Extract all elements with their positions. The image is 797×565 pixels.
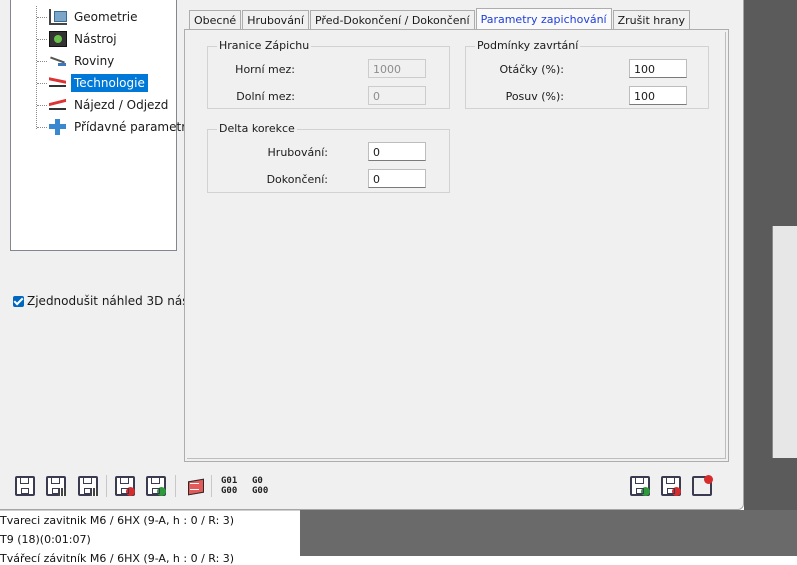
parameter-tree: Geometrie Nástroj Roviny Technologie Náj…	[10, 0, 193, 251]
lower-limit-label: Dolní mez:	[236, 90, 295, 103]
exit-icon[interactable]	[692, 475, 713, 496]
tree-item-tool[interactable]: Nástroj	[37, 29, 120, 49]
tab-chamfer[interactable]: Zrušit hrany	[612, 10, 690, 29]
geometry-icon	[49, 9, 67, 25]
save-as-icon[interactable]	[46, 476, 66, 496]
tree-item-label: Roviny	[74, 54, 115, 68]
upper-limit-input[interactable]: 1000	[368, 59, 426, 78]
roughing-delta-input[interactable]: 0	[368, 142, 426, 161]
tab-grooving-params[interactable]: Parametry zapichování	[475, 8, 612, 29]
save-add-icon[interactable]	[146, 476, 166, 496]
tree-item-approach[interactable]: Nájezd / Odjezd	[37, 95, 171, 115]
operation-dialog: Geometrie Nástroj Roviny Technologie Náj…	[0, 0, 744, 510]
additional-params-icon	[49, 119, 67, 135]
toolbar-separator	[106, 475, 107, 497]
log-line: T9 (18)(0:01:07)	[0, 533, 91, 546]
groove-limits-group: Hranice Zápichu Horní mez: 1000 Dolní me…	[207, 39, 450, 109]
spindle-speed-label: Otáčky (%):	[499, 63, 565, 76]
tree-item-label: Nájezd / Odjezd	[74, 98, 169, 112]
save-close-icon[interactable]	[661, 476, 681, 496]
simulation-cube-icon[interactable]	[186, 477, 204, 495]
tab-prefinish-finish[interactable]: Před-Dokončení / Dokončení	[309, 10, 475, 29]
tab-general[interactable]: Obecné	[189, 10, 242, 29]
tab-strip: Obecné Hrubování Před-Dokončení / Dokonč…	[189, 8, 691, 30]
save-icon[interactable]	[15, 476, 35, 496]
tree-item-geometry[interactable]: Geometrie	[37, 7, 140, 27]
tree-item-label: Přídavné parametry	[74, 120, 194, 134]
finishing-delta-input[interactable]: 0	[368, 169, 426, 188]
lower-limit-input[interactable]: 0	[368, 86, 426, 105]
plunge-conditions-group: Podmínky zavrtání Otáčky (%): 100 Posuv …	[465, 39, 709, 109]
save-list-icon[interactable]	[78, 476, 98, 496]
planes-icon	[49, 53, 67, 69]
tree-item-planes[interactable]: Roviny	[37, 51, 117, 71]
tab-panel: Hranice Zápichu Horní mez: 1000 Dolní me…	[184, 29, 729, 462]
roughing-delta-label: Hrubování:	[267, 146, 328, 159]
tab-roughing[interactable]: Hrubování	[242, 10, 309, 29]
simplify-preview-checkbox[interactable]	[13, 295, 24, 307]
gcode-preview-icon[interactable]: G01 G00	[221, 476, 245, 498]
tree-item-label: Nástroj	[74, 32, 117, 46]
feed-rate-input[interactable]: 100	[629, 86, 687, 105]
tool-icon	[49, 31, 67, 47]
tree-item-label: Geometrie	[74, 10, 138, 24]
gcode-time-icon[interactable]: G0 G00	[252, 476, 276, 498]
technology-icon	[49, 75, 67, 91]
log-line: Tvareci zavitnik M6 / 6HX (9-A, h : 0 / …	[0, 514, 235, 527]
spindle-speed-input[interactable]: 100	[629, 59, 687, 78]
3d-model-preview	[772, 226, 797, 458]
approach-icon	[49, 97, 67, 113]
tree-item-technology[interactable]: Technologie	[37, 73, 148, 93]
toolbar-separator	[211, 475, 212, 497]
group-title: Delta korekce	[217, 122, 297, 135]
group-title: Podmínky zavrtání	[475, 39, 581, 52]
viewport-bottom	[300, 510, 797, 556]
toolbar-separator	[175, 475, 176, 497]
delta-correction-group: Delta korekce Hrubování: 0 Dokončení: 0	[207, 122, 450, 193]
tree-item-label: Technologie	[71, 74, 148, 92]
feed-rate-label: Posuv (%):	[505, 90, 564, 103]
upper-limit-label: Horní mez:	[235, 63, 295, 76]
save-remove-icon[interactable]	[115, 476, 135, 496]
finishing-delta-label: Dokončení:	[266, 173, 328, 186]
save-new-icon[interactable]	[630, 476, 650, 496]
group-title: Hranice Zápichu	[217, 39, 312, 52]
tree-item-additional-params[interactable]: Přídavné parametry	[37, 117, 196, 137]
operation-log: Tvareci zavitnik M6 / 6HX (9-A, h : 0 / …	[0, 510, 300, 565]
log-line: Tvářecí závitník M6 / 6HX (9-A, h : 0 / …	[0, 552, 235, 565]
